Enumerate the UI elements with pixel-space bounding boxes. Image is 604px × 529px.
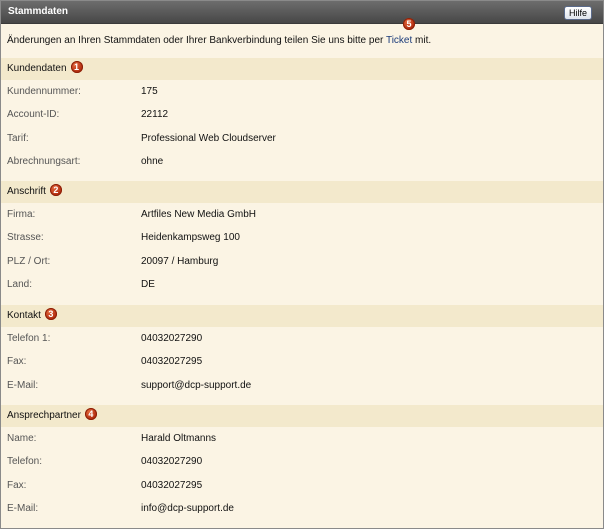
field-value: Professional Web Cloudserver <box>141 132 276 144</box>
callout-badge-1: 1 <box>70 61 83 74</box>
field-value: support@dcp-support.de <box>141 379 252 391</box>
intro-text-before: Änderungen an Ihren Stammdaten oder Ihre… <box>7 35 386 46</box>
field-label: Tarif: <box>7 132 29 144</box>
row-fax: Fax: 04032027295 <box>1 474 603 497</box>
row-tarif: Tarif: Professional Web Cloudserver <box>1 127 603 150</box>
callout-badge-2: 2 <box>49 184 62 197</box>
field-value: ohne <box>141 155 164 167</box>
field-value: 20097 / Hamburg <box>141 255 219 267</box>
row-name: Name: Harald Oltmanns <box>1 427 603 450</box>
row-strasse: Strasse: Heidenkampsweg 100 <box>1 226 603 249</box>
field-label: Kundennummer: <box>7 86 81 97</box>
section-kontakt: Kontakt 3 Telefon 1: 04032027290 Fax: 040… <box>1 305 603 397</box>
field-label: Fax: <box>7 356 27 368</box>
row-land: Land: DE <box>1 273 603 296</box>
field-value: Artfiles New Media GmbH <box>141 209 257 220</box>
field-value: 04032027295 <box>141 479 203 491</box>
field-label: E-Mail: <box>7 502 39 514</box>
row-fax: Fax: 04032027295 <box>1 350 603 373</box>
field-label: Name: <box>7 433 37 444</box>
help-button[interactable]: Hilfe <box>563 6 592 20</box>
row-abrechnungsart: Abrechnungsart: ohne <box>1 150 603 173</box>
intro-text-after: mit. <box>412 35 432 46</box>
row-telefon-1: Telefon 1: 04032027290 <box>1 327 603 350</box>
callout-badge-3: 3 <box>44 308 57 321</box>
field-label: Strasse: <box>7 232 44 244</box>
section-anschrift: Anschrift 2 Firma: Artfiles New Media Gmb… <box>1 181 603 296</box>
field-value: info@dcp-support.de <box>141 502 234 514</box>
section-header-kontakt: Kontakt 3 <box>1 305 603 327</box>
panel-titlebar: Stammdaten Hilfe <box>1 1 603 24</box>
field-value: DE <box>141 278 155 290</box>
section-kundendaten: Kundendaten 1 Kundennummer: 175 Account-I… <box>1 58 603 173</box>
field-value: 04032027295 <box>141 356 203 368</box>
stammdaten-panel: Stammdaten Hilfe 5 Änderungen an Ihren S… <box>0 0 604 529</box>
section-title: Anschrift <box>7 186 46 197</box>
field-value: Heidenkampsweg 100 <box>141 232 240 244</box>
row-plz-ort: PLZ / Ort: 20097 / Hamburg <box>1 250 603 273</box>
callout-badge-4: 4 <box>84 408 97 421</box>
row-email: E-Mail: info@dcp-support.de <box>1 497 603 520</box>
field-label: PLZ / Ort: <box>7 255 51 267</box>
section-header-kundendaten: Kundendaten 1 <box>1 58 603 80</box>
field-label: Firma: <box>7 209 36 220</box>
field-label: Land: <box>7 278 33 290</box>
section-header-anschrift: Anschrift 2 <box>1 181 603 203</box>
section-header-ansprechpartner: Ansprechpartner 4 <box>1 405 603 427</box>
field-label: Telefon: <box>7 456 43 468</box>
field-value: Harald Oltmanns <box>141 433 217 444</box>
section-ansprechpartner: Ansprechpartner 4 Name: Harald Oltmanns T… <box>1 405 603 520</box>
row-firma: Firma: Artfiles New Media GmbH <box>1 203 603 226</box>
ticket-link[interactable]: Ticket <box>386 35 412 46</box>
field-value: 04032027290 <box>141 456 203 468</box>
field-label: Telefon 1: <box>7 333 51 344</box>
callout-badge-5: 5 <box>403 18 415 30</box>
row-email: E-Mail: support@dcp-support.de <box>1 374 603 397</box>
field-value: 04032027290 <box>141 333 203 344</box>
field-label: Abrechnungsart: <box>7 155 81 167</box>
row-account-id: Account-ID: 22112 <box>1 103 603 126</box>
row-kundennummer: Kundennummer: 175 <box>1 80 603 103</box>
section-title: Ansprechpartner <box>7 410 81 421</box>
field-label: E-Mail: <box>7 379 39 391</box>
intro-text: Änderungen an Ihren Stammdaten oder Ihre… <box>7 35 431 46</box>
row-telefon: Telefon: 04032027290 <box>1 450 603 473</box>
field-label: Fax: <box>7 479 27 491</box>
section-title: Kontakt <box>7 310 41 321</box>
panel-title: Stammdaten <box>8 6 69 17</box>
field-value: 22112 <box>141 109 169 121</box>
section-title: Kundendaten <box>7 63 67 74</box>
field-label: Account-ID: <box>7 109 60 121</box>
field-value: 175 <box>141 86 158 97</box>
